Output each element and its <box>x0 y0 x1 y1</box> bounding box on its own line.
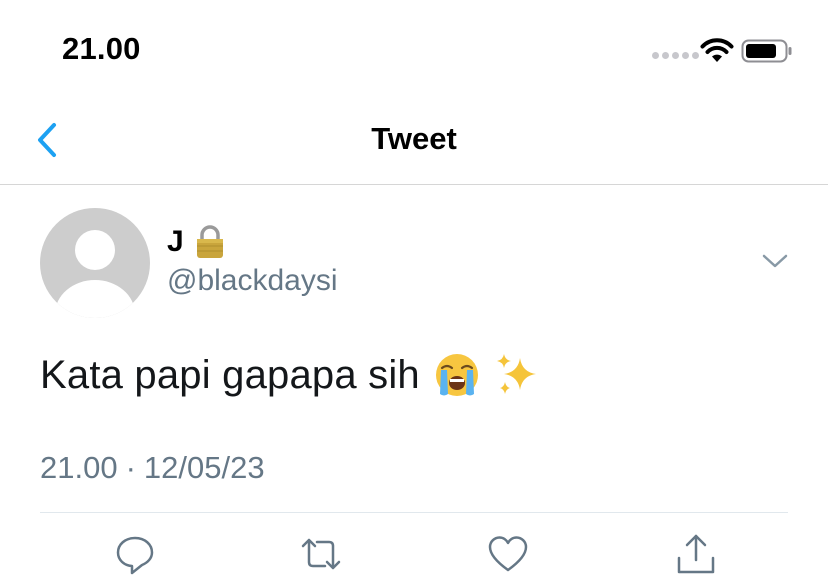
tweet-text: Kata papi gapapa sih <box>40 352 420 397</box>
wifi-icon <box>700 38 734 62</box>
timestamp-separator: · <box>125 450 136 485</box>
battery-icon <box>741 39 792 63</box>
tweet-time: 21.00 <box>40 450 118 485</box>
cellular-signal-icon <box>652 52 699 59</box>
page-title: Tweet <box>371 121 457 156</box>
tweet-body: Kata papi gapapa sih <box>40 352 540 398</box>
status-time: 21.00 <box>62 31 141 66</box>
divider <box>40 512 788 513</box>
navigation-bar: Tweet <box>0 96 828 185</box>
reply-icon[interactable] <box>113 532 157 576</box>
chevron-down-icon[interactable] <box>760 250 790 272</box>
tweet-actions <box>0 532 828 582</box>
user-handle[interactable]: @blackdaysi <box>167 264 338 298</box>
author-name-row[interactable]: J <box>167 224 226 260</box>
lock-icon <box>196 225 223 258</box>
share-icon[interactable] <box>674 532 718 576</box>
sparkles-icon <box>496 354 536 394</box>
tweet-timestamp: 21.00 · 12/05/23 <box>40 450 265 486</box>
avatar[interactable] <box>40 208 150 318</box>
display-name: J <box>167 225 184 258</box>
loudly-crying-face-icon <box>435 354 478 396</box>
status-bar: 21.00 <box>0 0 828 96</box>
tweet-date: 12/05/23 <box>143 450 265 485</box>
like-icon[interactable] <box>486 532 530 576</box>
retweet-icon[interactable] <box>299 532 343 576</box>
default-avatar-icon <box>55 230 135 318</box>
